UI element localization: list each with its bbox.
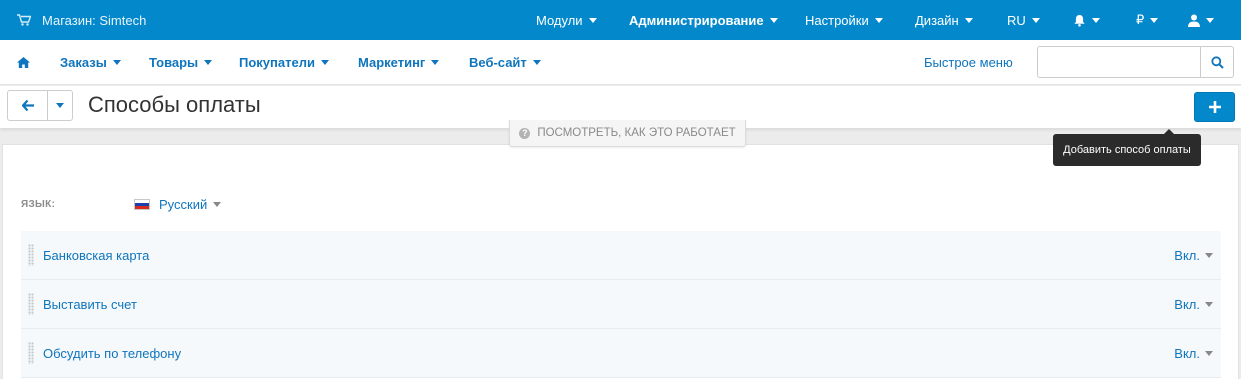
search-icon [1210,55,1224,69]
status-label: Вкл. [1174,297,1200,312]
back-button[interactable] [8,91,48,120]
question-icon: ? [519,127,531,139]
bell-icon [1074,14,1085,27]
payment-methods-list: Банковская карта Вкл. Выставить счет Вкл… [21,231,1221,378]
how-it-works-button[interactable]: ? ПОСМОТРЕТЬ, КАК ЭТО РАБОТАЕТ [509,120,746,147]
chevron-down-icon [769,17,778,23]
chevron-down-icon [1206,17,1214,23]
plus-icon [1208,101,1221,113]
search-button[interactable] [1200,47,1233,77]
quick-menu-link[interactable]: Быстрое меню [924,40,1013,85]
russia-flag-icon [134,199,150,210]
drag-handle-icon[interactable] [28,244,34,266]
nav-products[interactable]: Товары [149,40,213,85]
add-payment-button[interactable] [1194,92,1235,122]
menu-design-label: Дизайн [915,12,959,28]
chevron-down-icon [964,17,973,23]
chevron-down-icon [1205,253,1213,258]
list-item: Выставить счет Вкл. [21,280,1221,329]
nav-website-label: Веб-сайт [469,55,527,70]
language-selector[interactable]: Русский [134,197,222,212]
language-label: ЯЗЫК: [21,199,56,210]
menu-language-label: RU [1007,12,1026,28]
user-menu[interactable] [1188,0,1214,40]
drag-handle-icon[interactable] [28,293,34,315]
menu-administration[interactable]: Администрирование [629,0,778,40]
menu-modules[interactable]: Модули [536,0,597,40]
nav-customers-label: Покупатели [239,55,315,70]
list-item: Банковская карта Вкл. [21,231,1221,280]
chevron-down-icon [1205,351,1213,356]
chevron-down-icon [320,60,329,65]
top-bar: Магазин: Simtech Модули Администрировани… [0,0,1241,40]
arrow-left-icon [21,100,34,111]
nav-website[interactable]: Веб-сайт [469,40,541,85]
nav-orders-label: Заказы [60,55,107,70]
status-label: Вкл. [1174,346,1200,361]
how-it-works-label: ПОСМОТРЕТЬ, КАК ЭТО РАБОТАЕТ [537,127,736,139]
chevron-down-icon [1150,17,1159,23]
status-dropdown[interactable]: Вкл. [1174,231,1213,280]
currency-menu[interactable]: ₽ [1136,0,1159,40]
currency-label: ₽ [1136,12,1145,27]
nav-orders[interactable]: Заказы [60,40,121,85]
menu-settings[interactable]: Настройки [805,0,883,40]
menu-design[interactable]: Дизайн [915,0,973,40]
menu-administration-label: Администрирование [629,12,764,28]
nav-products-label: Товары [149,55,199,70]
nav-marketing[interactable]: Маркетинг [358,40,440,85]
status-dropdown[interactable]: Вкл. [1174,280,1213,329]
menu-settings-label: Настройки [805,12,869,28]
list-item: Обсудить по телефону Вкл. [21,329,1221,378]
store-link[interactable]: Магазин: Simtech [17,0,146,40]
chevron-down-icon [204,60,213,65]
search-box [1037,46,1234,78]
chevron-down-icon [874,17,883,23]
add-payment-tooltip: Добавить способ оплаты [1053,129,1201,166]
drag-handle-icon[interactable] [28,342,34,364]
back-button-group [7,90,73,121]
chevron-down-icon [1092,17,1100,23]
payment-name-link[interactable]: Выставить счет [43,280,137,329]
page-title: Способы оплаты [88,92,261,117]
chevron-down-icon [213,202,222,207]
user-icon [1188,14,1200,27]
status-label: Вкл. [1174,248,1200,263]
store-name: Магазин: Simtech [42,12,147,28]
home-icon [17,57,30,68]
home-link[interactable] [17,40,30,85]
search-input[interactable] [1038,47,1202,77]
nav-customers[interactable]: Покупатели [239,40,329,85]
notifications-menu[interactable] [1073,0,1100,40]
chevron-down-icon [112,60,121,65]
payment-name-link[interactable]: Обсудить по телефону [43,329,181,378]
menu-modules-label: Модули [536,12,583,28]
tooltip-arrow [1164,129,1174,134]
payment-name-link[interactable]: Банковская карта [43,231,149,280]
nav-marketing-label: Маркетинг [358,55,426,70]
chevron-down-icon [431,60,440,65]
quick-menu-label: Быстрое меню [924,55,1013,70]
main-nav: Заказы Товары Покупатели Маркетинг Веб-с… [0,40,1241,85]
language-value: Русский [159,197,208,212]
chevron-down-icon [1205,302,1213,307]
tooltip-text: Добавить способ оплаты [1063,144,1191,156]
chevron-down-icon [588,17,597,23]
chevron-down-icon [56,103,64,108]
chevron-down-icon [532,60,541,65]
chevron-down-icon [1031,17,1040,23]
history-dropdown-button[interactable] [48,91,72,120]
menu-language[interactable]: RU [1007,0,1040,40]
status-dropdown[interactable]: Вкл. [1174,329,1213,378]
cart-icon [17,14,31,26]
